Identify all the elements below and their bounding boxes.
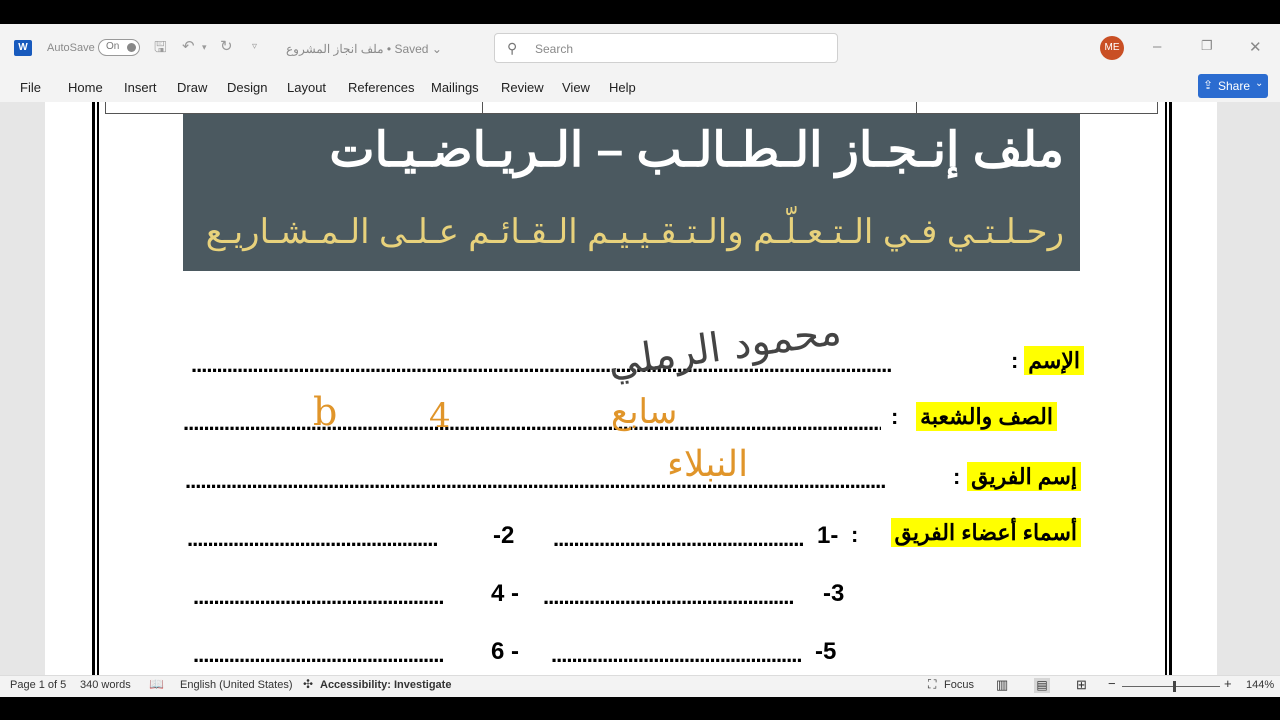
read-mode-icon[interactable]: ▥ [996,677,1008,693]
toggle-knob [127,43,136,52]
colon: : [1011,348,1019,373]
handwritten-grade: سابع [611,392,678,432]
document-canvas[interactable]: ملف إنـجـاز الـطـالـب – الـريـاضـيـات رح… [0,102,1280,675]
tab-layout[interactable]: Layout [287,80,326,95]
user-avatar[interactable]: ME [1100,36,1124,60]
search-box[interactable]: ⚲ Search [494,33,838,63]
header-table [105,102,1158,114]
team-label: إسم الفريق [967,462,1081,491]
colon: : [851,522,859,547]
zoom-in-button[interactable]: + [1224,676,1232,691]
table-divider [916,102,917,113]
title-bar: W AutoSave On 🖫 ↶ ▾ ↻ ▿ ملف انجاز المشرو… [0,24,1280,72]
restore-icon[interactable]: ❐ [1201,38,1213,54]
member-number-5: -5 [815,638,837,665]
close-icon[interactable]: ✕ [1249,38,1262,56]
zoom-level[interactable]: 144% [1246,679,1274,691]
tab-review[interactable]: Review [501,80,544,95]
page-border-left [92,102,99,675]
undo-icon[interactable]: ↶ [182,37,195,55]
member-number-1: 1- [817,522,839,549]
minimize-icon[interactable]: – [1153,38,1161,55]
handwritten-four: 4 [429,396,451,436]
ribbon-menu: File Home Insert Draw Design Layout Refe… [0,72,1280,103]
member-2-dots: ........................................… [187,526,439,551]
share-button[interactable]: ⇪ Share ⌄ [1198,74,1268,98]
print-layout-icon[interactable]: ▤ [1034,678,1050,693]
chevron-down-icon: ⌄ [431,42,442,56]
document-page[interactable]: ملف إنـجـاز الـطـالـب – الـريـاضـيـات رح… [45,102,1217,675]
banner-subtitle: رحـلـتـي فـي الـتـعـلّـم والـتـقـيـيـم ا… [205,213,1064,251]
word-count[interactable]: 340 words [80,679,131,691]
zoom-slider-thumb[interactable] [1173,681,1176,692]
language[interactable]: English (United States) [180,679,293,691]
class-label: الصف والشعبة [916,402,1057,431]
member-number-6: 6 - [491,638,520,665]
share-label: Share [1218,79,1251,93]
member-5-dots: ........................................… [551,642,803,667]
web-layout-icon[interactable]: ⊞ [1076,677,1087,693]
focus-icon: ⛶ [928,677,937,691]
member-number-3: -3 [823,580,845,607]
accessibility-status[interactable]: Accessibility: Investigate [320,679,451,691]
word-app-icon: W [14,40,32,56]
tab-view[interactable]: View [562,80,590,95]
focus-button[interactable]: Focus [944,679,974,691]
undo-dropdown-icon[interactable]: ▾ [202,42,207,53]
search-placeholder: Search [535,42,574,56]
class-label-text: الصف والشعبة [916,402,1057,431]
tab-file[interactable]: File [20,80,41,95]
customize-toolbar-icon[interactable]: ▿ [252,41,257,52]
tab-references[interactable]: References [348,80,414,95]
tab-mailings[interactable]: Mailings [431,80,479,95]
save-icon[interactable]: 🖫 [154,37,167,62]
proofing-icon[interactable]: 📖 [149,677,164,691]
status-bar: Page 1 of 5 340 words 📖 English (United … [0,675,1280,697]
autosave-state: On [106,41,120,52]
name-label-text: الإسم [1024,346,1084,375]
redo-icon[interactable]: ↻ [220,37,233,55]
handwritten-team: النبلاء [667,444,749,485]
members-label-text: أسماء أعضاء الفريق [890,518,1081,547]
member-4-dots: ........................................… [193,584,445,609]
handwritten-section: b [313,390,338,434]
member-number-4: 4 - [491,580,520,607]
colon: : [953,464,961,489]
member-3-dots: ........................................… [543,584,795,609]
search-icon: ⚲ [507,40,518,56]
tab-help[interactable]: Help [609,80,636,95]
zoom-out-button[interactable]: − [1108,676,1116,691]
name-label: الإسم [1024,346,1084,375]
saved-status: • Saved [386,42,429,56]
tab-insert[interactable]: Insert [124,80,157,95]
document-title[interactable]: ملف انجاز المشروع • Saved ⌄ [286,42,442,56]
page-border-right [1165,102,1172,675]
banner-title: ملف إنـجـاز الـطـالـب – الـريـاضـيـات [329,124,1064,177]
autosave-toggle[interactable]: On [98,39,140,56]
doc-title-text: ملف انجاز المشروع [286,42,384,56]
member-1-dots: ........................................… [553,526,805,551]
page-count[interactable]: Page 1 of 5 [10,679,66,691]
tab-home[interactable]: Home [68,80,103,95]
members-label: أسماء أعضاء الفريق [890,518,1081,547]
member-6-dots: ........................................… [193,642,445,667]
autosave-label: AutoSave [47,42,95,54]
chevron-down-icon: ⌄ [1255,78,1264,89]
member-number-2: -2 [493,522,515,549]
colon: : [891,404,899,429]
team-label-text: إسم الفريق [967,462,1081,491]
title-banner: ملف إنـجـاز الـطـالـب – الـريـاضـيـات رح… [183,114,1080,271]
tab-design[interactable]: Design [227,80,267,95]
tab-draw[interactable]: Draw [177,80,207,95]
accessibility-icon: ✣ [303,677,314,691]
team-dots: ........................................… [185,468,886,493]
share-icon: ⇪ [1203,78,1214,92]
table-divider [482,102,483,113]
zoom-slider[interactable] [1122,686,1220,687]
class-dots: ........................................… [183,410,881,435]
name-dots: ........................................… [191,352,892,377]
